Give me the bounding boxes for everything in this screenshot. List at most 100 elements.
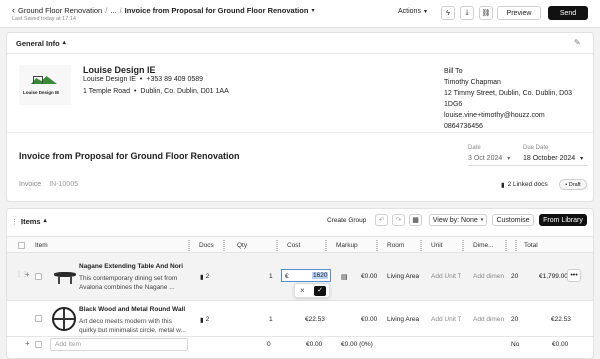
column-resize-handle[interactable] [420,240,422,251]
view-by-select[interactable]: View by: None ▾ [429,214,487,226]
column-header-item[interactable]: Item [35,237,48,254]
invoice-title[interactable]: Invoice from Proposal for Ground Floor R… [19,151,240,161]
room-value[interactable]: Living Area [387,273,419,280]
column-header-dimensions[interactable]: Dime... [473,237,494,254]
extra-total: No [511,341,520,348]
column-resize-handle[interactable] [223,240,225,251]
qty-value[interactable]: 1 [269,316,273,323]
qty-value[interactable]: 1 [269,273,273,280]
row-checkbox[interactable] [35,273,42,280]
company-contact-line: Louise Design IE • +353 89 409 0589 [83,76,203,83]
extra-value[interactable]: 20 [511,273,518,280]
markup-value[interactable]: €0.00 [361,273,377,280]
select-all-checkbox[interactable] [18,242,25,249]
grid-view-button[interactable]: ▦ [409,214,422,226]
chevron-down-icon[interactable]: ▾ [311,7,314,14]
chevron-up-icon: ▴ [62,40,66,46]
plus-icon[interactable]: + [25,270,30,279]
chevron-down-icon: ▾ [580,156,584,162]
unit-value[interactable]: Add Unit Ty... [431,273,461,280]
customise-button[interactable]: Customise [492,214,534,226]
item-thumbnail[interactable] [50,262,80,290]
undo-icon: ↶ [378,217,385,224]
column-resize-handle[interactable] [325,240,327,251]
cost-input[interactable]: € 1620 [281,269,331,282]
column-header-total[interactable]: Total [524,237,538,254]
back-chevron-icon[interactable]: ‹ [12,5,15,15]
company-address-city: Dublin, Co. Dublin, D01 1AA [140,88,229,95]
item-thumbnail[interactable] [52,307,76,331]
item-description: This contemporary dining set from [79,275,178,282]
column-resize-handle[interactable] [376,240,378,251]
last-saved: Last Saved today at 17:14 [12,16,76,22]
breadcrumb-ellipsis[interactable]: ... [110,6,116,15]
items-header[interactable]: Items ▴ [21,217,47,226]
room-value[interactable]: Living Area [387,316,419,323]
linked-docs[interactable]: ▮ 2 Linked docs [501,181,548,189]
extra-value[interactable]: 20 [511,316,518,323]
general-info-header[interactable]: General Info ▴ [16,39,66,48]
status-label: Draft [568,181,581,188]
undo-button[interactable]: ↶ [375,214,388,226]
item-name[interactable]: Nagane Extending Table And Nori F... [79,263,184,270]
currency-symbol: € [285,273,289,280]
column-resize-handle[interactable] [505,240,507,251]
create-group-button[interactable]: Create Group [327,217,366,224]
breadcrumb-project-link[interactable]: Ground Floor Renovation [18,6,102,15]
column-resize-handle[interactable] [276,240,278,251]
more-options-button[interactable]: ••• [567,269,581,282]
company-name: Louise Design IE [83,65,156,75]
cost-input-value[interactable]: 1620 [312,272,329,279]
column-header-cost[interactable]: Cost [287,237,300,254]
grand-total: €0.00 [552,341,569,348]
confirm-check-icon[interactable]: ✓ [314,286,326,296]
send-button[interactable]: Send [548,6,588,20]
add-item-input[interactable]: Add Item [50,338,188,351]
logo-house [33,76,43,84]
cost-total: €0.00 [306,341,323,348]
row-checkbox[interactable] [35,341,42,348]
date-field[interactable]: 3 Oct 2024 ▾ [468,155,510,162]
status-badge[interactable]: • Draft [559,179,587,190]
table-header: Item Docs Qty Cost Markup Room Unit Dime… [7,236,593,253]
column-resize-handle[interactable] [188,240,190,251]
item-name[interactable]: Black Wood and Metal Round Wall S... [79,306,187,313]
general-info-card: General Info ▴ ✎ Louise Design IE Louise… [6,32,594,202]
edit-pencil-icon[interactable]: ✎ [574,38,581,47]
bill-to-address-line2: 1DG6 [444,101,463,108]
breadcrumb: ‹ Ground Floor Renovation / ... / Invoic… [12,5,314,15]
actions-menu[interactable]: Actions ▾ [398,8,427,15]
column-header-qty[interactable]: Qty [237,237,247,254]
due-date-field[interactable]: 18 October 2024 ▾ [523,155,583,162]
dimensions-value[interactable]: Add dimen... [473,316,504,323]
plus-icon[interactable]: + [25,339,30,348]
date-label: Date [468,145,481,151]
redo-button[interactable]: ↷ [392,214,405,226]
download-button[interactable]: ⤓ [460,6,474,20]
lightning-button[interactable]: ϟ [441,6,455,20]
breadcrumb-current[interactable]: Invoice from Proposal for Ground Floor R… [125,6,309,15]
total-value: €22.53 [551,316,571,323]
column-header-unit[interactable]: Unit [431,237,443,254]
due-date-label: Due Date [523,145,549,151]
link-button[interactable]: ⛓ [479,6,493,20]
cancel-icon[interactable]: × [300,286,305,295]
docs-count[interactable]: ▮ 2 [200,316,209,324]
docs-count[interactable]: ▮ 2 [200,273,209,281]
items-title: Items [21,217,41,226]
column-header-markup[interactable]: Markup [336,237,358,254]
preview-button[interactable]: Preview [497,6,541,20]
column-header-docs[interactable]: Docs [199,237,214,254]
unit-value[interactable]: Add Unit Ty... [431,316,461,323]
calculator-icon[interactable]: ▤ [341,273,348,281]
from-library-button[interactable]: From Library [539,214,587,226]
table-row[interactable]: Black Wood and Metal Round Wall S... Art… [7,301,593,337]
column-resize-handle[interactable] [462,240,464,251]
column-resize-handle[interactable] [515,240,517,251]
column-header-room[interactable]: Room [387,237,404,254]
markup-value[interactable]: €0.00 [361,316,377,323]
row-checkbox[interactable] [35,315,42,322]
dimensions-value[interactable]: Add dimen... [473,273,504,280]
edit-confirm-popover: × ✓ [294,283,330,298]
cost-value[interactable]: €22.53 [305,316,325,323]
